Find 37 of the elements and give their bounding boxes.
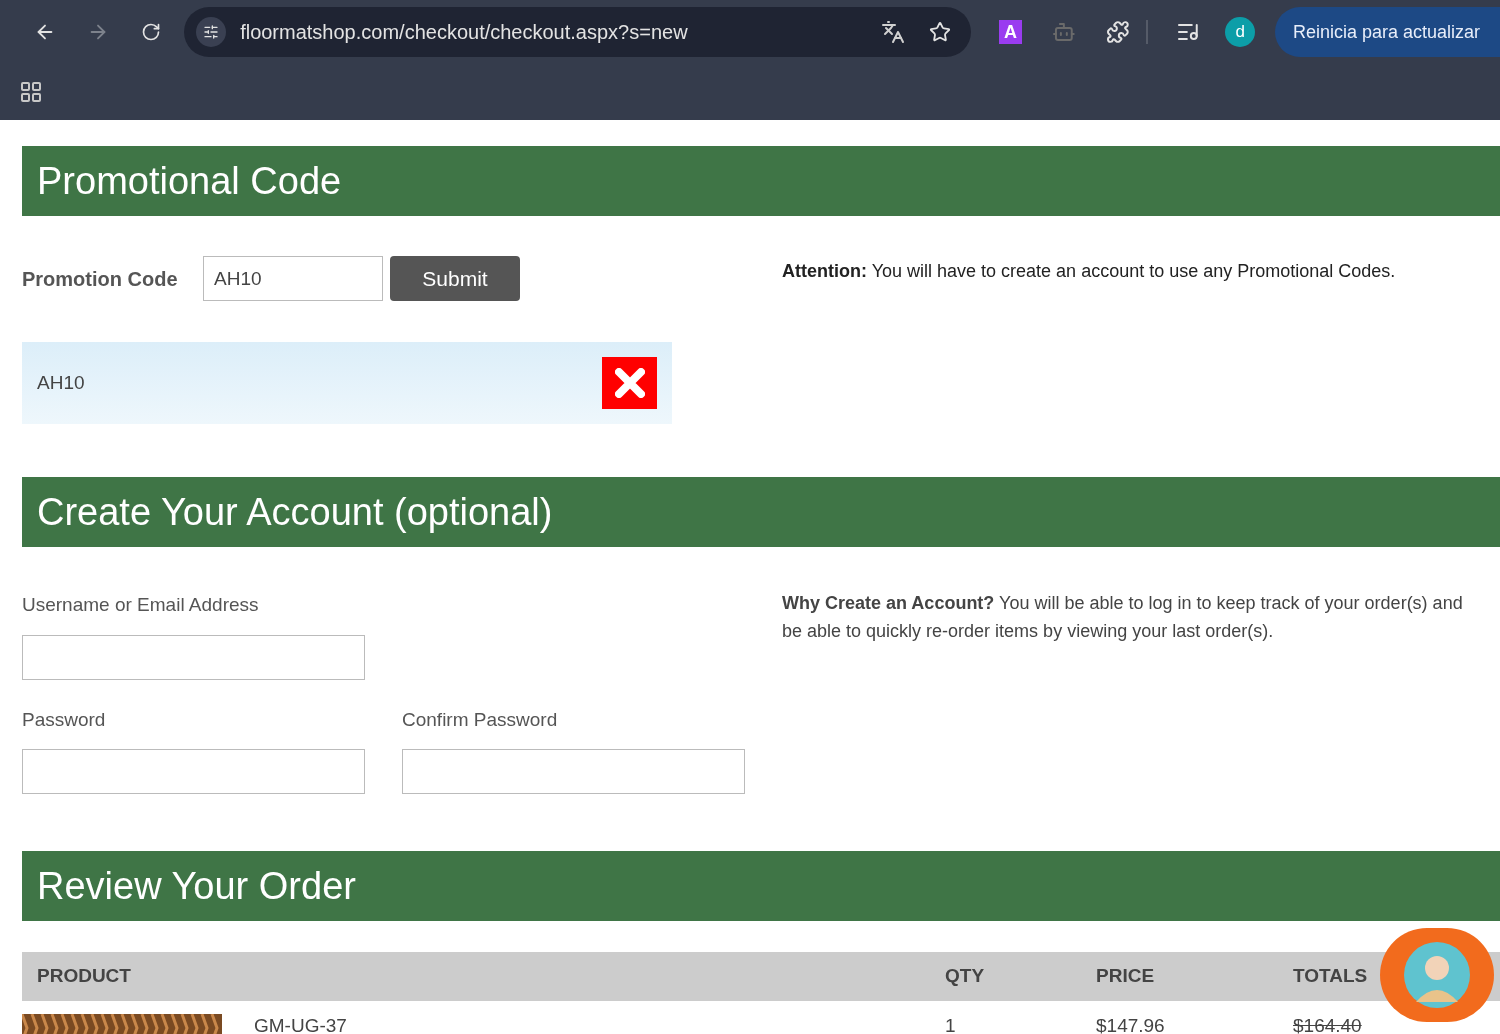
password-input[interactable] <box>22 749 365 794</box>
remove-code-button[interactable] <box>602 357 657 409</box>
site-info-button[interactable] <box>196 17 227 47</box>
field-label: Password <box>22 707 107 732</box>
section-header: Create Your Account (optional) <box>22 477 1500 547</box>
section-header: Review Your Order <box>22 851 1500 921</box>
url-text: floormatshop.com/checkout/checkout.aspx?s=new <box>240 20 689 45</box>
column-header: PRICE <box>1096 964 1156 989</box>
close-icon <box>614 368 645 398</box>
attention-notice: Attention: You will have to create an account to use any Promotional Codes. <box>782 260 1396 283</box>
sliders-icon <box>203 24 220 40</box>
bookmark-star-icon[interactable] <box>928 21 951 43</box>
table-cell-text: 1 <box>945 1013 957 1034</box>
field-label: Username or Email Address <box>22 593 260 617</box>
apps-icon[interactable] <box>19 80 43 104</box>
field-label: Promotion Code <box>22 266 179 292</box>
table-cell-text: $164.40 <box>1293 1013 1362 1034</box>
submit-button[interactable]: Submit <box>390 256 520 301</box>
username-input[interactable] <box>22 634 365 680</box>
translate-icon[interactable] <box>880 20 905 44</box>
person-avatar-icon <box>1404 942 1470 1008</box>
applied-code: AH10 <box>37 370 85 395</box>
address-bar[interactable]: floormatshop.com/checkout/checkout.aspx?s=new <box>184 7 971 57</box>
password-input[interactable] <box>402 749 745 794</box>
field-label: Confirm Password <box>402 707 559 732</box>
extensions-icon[interactable] <box>1105 20 1130 44</box>
account-info: Why Create an Account? You will be able to log in to keep track of your order(s) and be able to quickly re-order items by viewing your last order(s). <box>782 592 1464 643</box>
column-header: QTY <box>945 964 986 989</box>
update-button[interactable]: Reinicia para actualizar <box>1274 7 1500 57</box>
section-header: Promotional Code <box>22 146 1500 216</box>
promo-code-input[interactable]: AH10 <box>203 256 383 301</box>
product-name: GM-UG-37 <box>254 1013 347 1034</box>
extension-button[interactable]: A <box>998 20 1023 44</box>
column-header: PRODUCT <box>36 964 132 989</box>
table-cell-text: $147.96 <box>1096 1013 1166 1034</box>
column-header: TOTALS <box>1293 964 1369 989</box>
reload-icon <box>141 22 162 42</box>
